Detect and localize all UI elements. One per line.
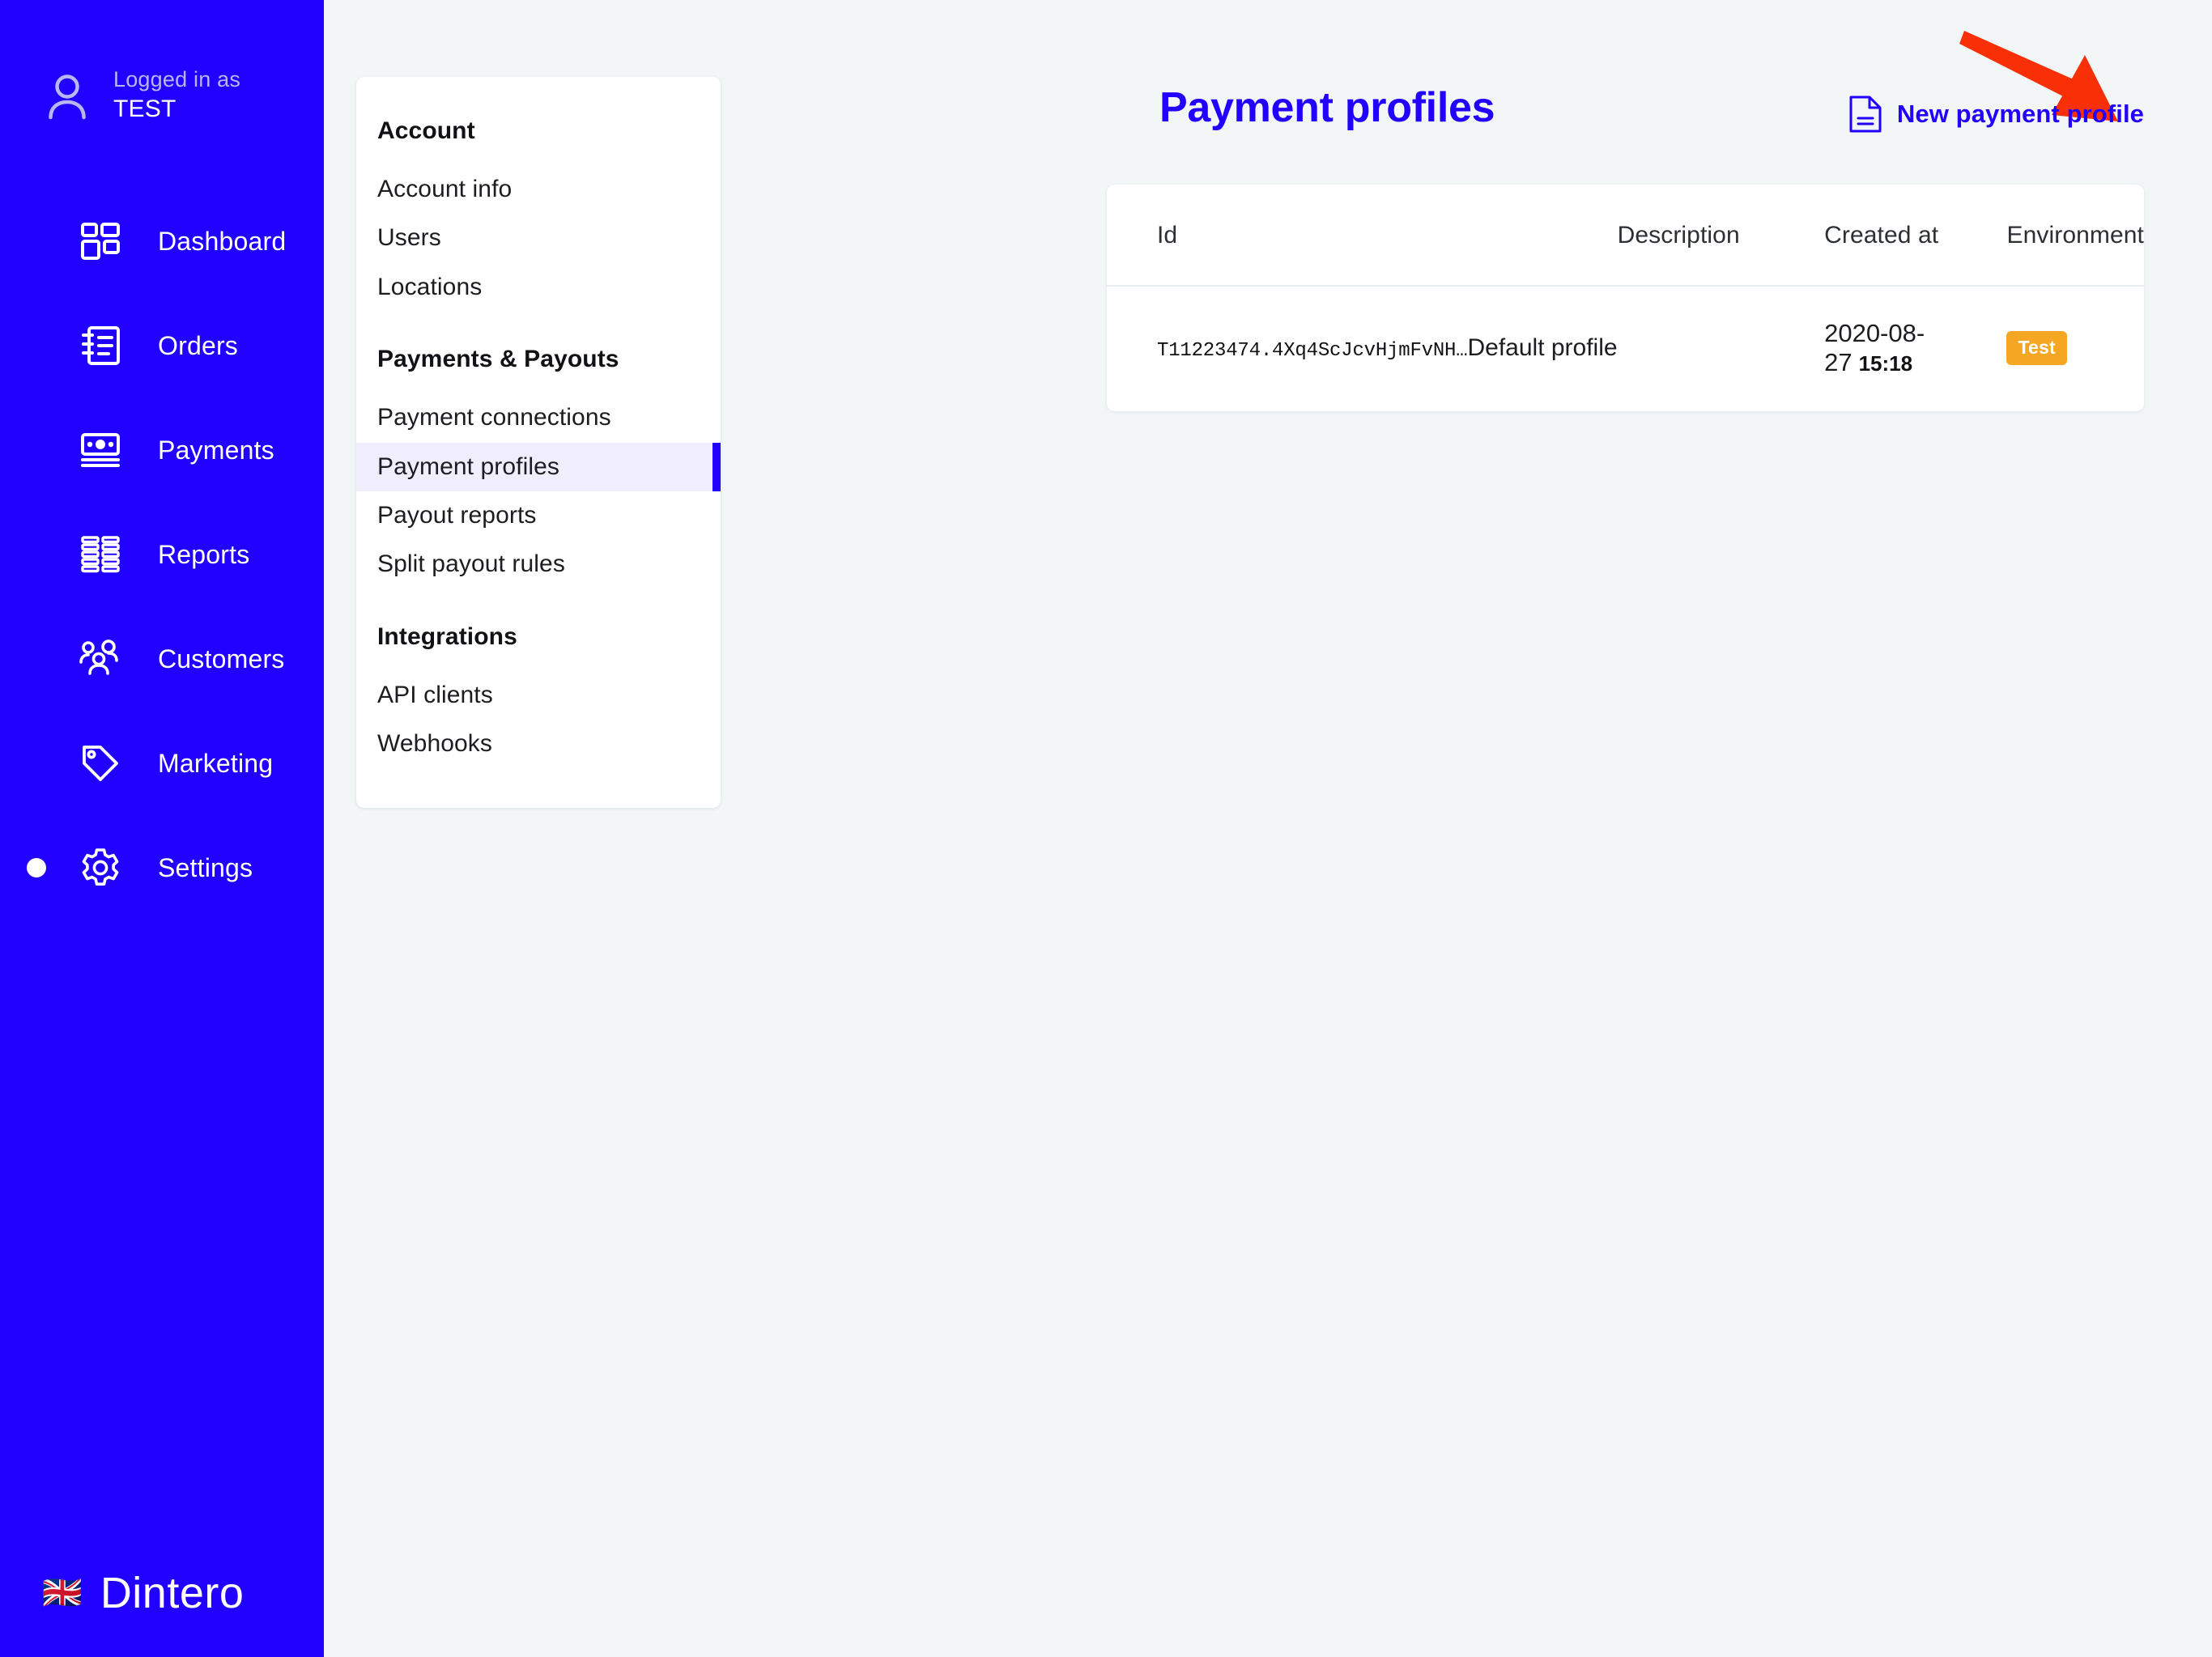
- table-body: T11223474.4Xq4ScJcvHjmFvNH… Default profi…: [1107, 286, 2144, 411]
- main-content: Account Account info Users Locations Pay…: [324, 0, 2212, 1657]
- uk-flag-icon: 🇬🇧: [42, 1575, 83, 1611]
- new-payment-profile-button[interactable]: New payment profile: [1848, 96, 2144, 133]
- created-time: 15:18: [1858, 351, 1913, 376]
- sidebar: Logged in as TEST Dashboard Orders Payme…: [0, 0, 324, 1657]
- user-avatar-icon: [42, 70, 92, 121]
- marketing-tag-icon: [79, 742, 121, 784]
- dashboard-grid-icon: [79, 220, 121, 262]
- sidebar-item-settings[interactable]: Settings: [0, 836, 324, 899]
- settings-gear-icon: [79, 847, 121, 889]
- submenu-item-payment-profiles[interactable]: Payment profiles: [356, 442, 721, 492]
- brand-name: Dintero: [100, 1569, 245, 1617]
- sidebar-item-label: Settings: [158, 852, 253, 882]
- submenu-group-integrations: Integrations API clients Webhooks: [356, 623, 721, 769]
- status-badge: Test: [2006, 331, 2067, 365]
- new-document-icon: [1848, 96, 1882, 133]
- sidebar-item-marketing[interactable]: Marketing: [0, 732, 324, 795]
- profile-description-text: Default profile: [1467, 334, 1618, 361]
- sidebar-item-orders[interactable]: Orders: [0, 314, 324, 377]
- sidebar-item-label: Dashboard: [158, 226, 287, 256]
- submenu-item-users[interactable]: Users: [356, 214, 721, 262]
- new-payment-profile-label: New payment profile: [1896, 100, 2144, 128]
- table-header-row: Id Description Created at Environment: [1107, 185, 2144, 286]
- sidebar-item-label: Reports: [158, 539, 250, 569]
- sidebar-item-label: Payments: [158, 435, 274, 465]
- sidebar-item-reports[interactable]: Reports: [0, 523, 324, 586]
- payment-profiles-table: Id Description Created at Environment T1…: [1107, 185, 2144, 411]
- brand-logo[interactable]: 🇬🇧 Dintero: [42, 1568, 244, 1618]
- sidebar-item-label: Marketing: [158, 748, 274, 778]
- submenu-group-title: Account: [377, 117, 475, 144]
- submenu-item-payment-connections[interactable]: Payment connections: [356, 393, 721, 442]
- reports-bars-icon: [79, 533, 121, 576]
- sidebar-item-label: Orders: [158, 330, 238, 360]
- payment-profiles-table-card: Id Description Created at Environment T1…: [1107, 185, 2144, 411]
- column-header-id[interactable]: Id: [1107, 185, 1618, 286]
- table-header: Id Description Created at Environment: [1107, 185, 2144, 286]
- account-name: TEST: [113, 95, 177, 122]
- primary-navigation: Dashboard Orders Payments Reports Custom…: [0, 210, 324, 941]
- settings-submenu-card: Account Account info Users Locations Pay…: [356, 77, 721, 808]
- orders-notebook-icon: [79, 325, 121, 367]
- sidebar-item-payments[interactable]: Payments: [0, 418, 324, 482]
- active-indicator-dot: [27, 858, 46, 878]
- submenu-group-account: Account Account info Users Locations: [356, 117, 721, 312]
- submenu-group-title: Payments & Payouts: [377, 346, 619, 373]
- submenu-item-account-info[interactable]: Account info: [356, 165, 721, 214]
- sidebar-user-block[interactable]: Logged in as TEST: [0, 0, 324, 124]
- profile-id-text: T11223474.4Xq4ScJcvHjmFvNH…: [1157, 340, 1468, 362]
- page-title: Payment profiles: [1159, 84, 1495, 131]
- cell-created-at: 2020-08-27 15:18: [1824, 286, 2006, 411]
- submenu-item-api-clients[interactable]: API clients: [356, 671, 721, 720]
- submenu-item-webhooks[interactable]: Webhooks: [356, 720, 721, 768]
- cell-id: T11223474.4Xq4ScJcvHjmFvNH… Default profi…: [1107, 286, 1618, 411]
- submenu-group-title: Integrations: [377, 622, 517, 650]
- table-row[interactable]: T11223474.4Xq4ScJcvHjmFvNH… Default profi…: [1107, 286, 2144, 411]
- sidebar-item-customers[interactable]: Customers: [0, 627, 324, 690]
- cell-environment: Test: [2006, 286, 2144, 411]
- logged-in-label: Logged in as: [113, 67, 241, 91]
- submenu-item-payout-reports[interactable]: Payout reports: [356, 491, 721, 540]
- customers-people-icon: [79, 638, 121, 680]
- sidebar-item-label: Customers: [158, 644, 285, 673]
- submenu-item-locations[interactable]: Locations: [356, 263, 721, 312]
- payments-banknote-icon: [79, 429, 121, 471]
- column-header-environment[interactable]: Environment: [2006, 185, 2144, 286]
- submenu-item-split-payout-rules[interactable]: Split payout rules: [356, 540, 721, 588]
- cell-description-spacer: [1618, 286, 1825, 411]
- column-header-description[interactable]: Description: [1618, 185, 1825, 286]
- sidebar-item-dashboard[interactable]: Dashboard: [0, 210, 324, 273]
- column-header-created-at[interactable]: Created at: [1824, 185, 2006, 286]
- submenu-group-payments-payouts: Payments & Payouts Payment connections P…: [356, 346, 721, 589]
